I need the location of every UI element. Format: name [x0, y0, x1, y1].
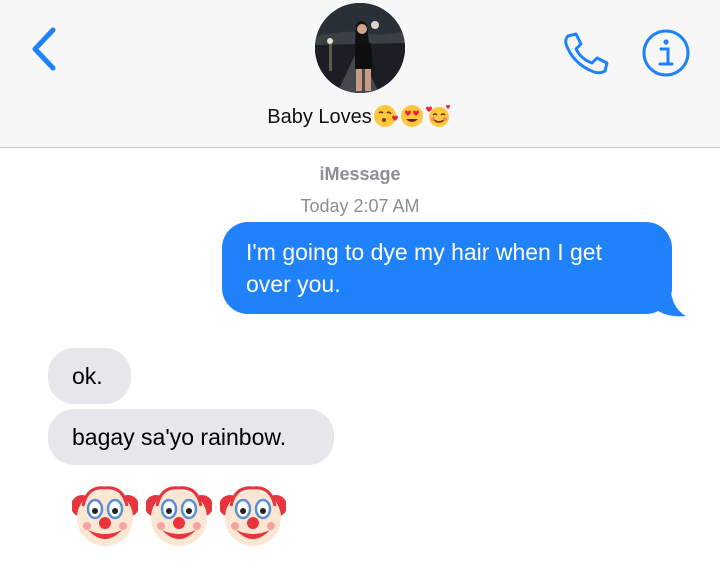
- clown-face-icon: [220, 486, 286, 546]
- info-icon: [642, 29, 690, 77]
- heart-eyes-icon: [400, 105, 423, 127]
- header-divider: [0, 147, 720, 148]
- bubble-tail: [650, 284, 686, 317]
- face-blowing-kiss-icon: [373, 105, 398, 127]
- service-label: iMessage: [319, 164, 401, 184]
- emoji-message[interactable]: [72, 482, 302, 552]
- clown-face-icon: [72, 486, 138, 546]
- contact-name[interactable]: Baby Loves: [0, 104, 720, 134]
- incoming-message-bubble[interactable]: ok.: [48, 348, 131, 404]
- smiling-face-with-hearts-icon: [425, 104, 450, 127]
- outgoing-message-bubble[interactable]: I'm going to dye my hair when I get over…: [222, 222, 672, 314]
- message-text: bagay sa'yo rainbow.: [72, 424, 287, 450]
- avatar[interactable]: [315, 3, 405, 93]
- name-emojis: [373, 104, 453, 134]
- chevron-left-icon: [32, 27, 56, 71]
- message-text: ok.: [72, 363, 103, 389]
- contact-name-label: Baby Loves: [267, 106, 372, 128]
- clown-face-icon: [146, 486, 212, 546]
- message-text: I'm going to dye my hair when I get over…: [246, 239, 602, 297]
- conversation-header: Baby Loves: [0, 0, 720, 147]
- contact-photo: [315, 3, 405, 93]
- timestamp: Today 2:07 AM: [300, 196, 420, 216]
- incoming-message-bubble[interactable]: bagay sa'yo rainbow.: [48, 409, 334, 465]
- phone-icon: [564, 32, 609, 75]
- back-button[interactable]: [26, 24, 66, 74]
- info-button[interactable]: [640, 27, 692, 79]
- call-button[interactable]: [560, 30, 612, 76]
